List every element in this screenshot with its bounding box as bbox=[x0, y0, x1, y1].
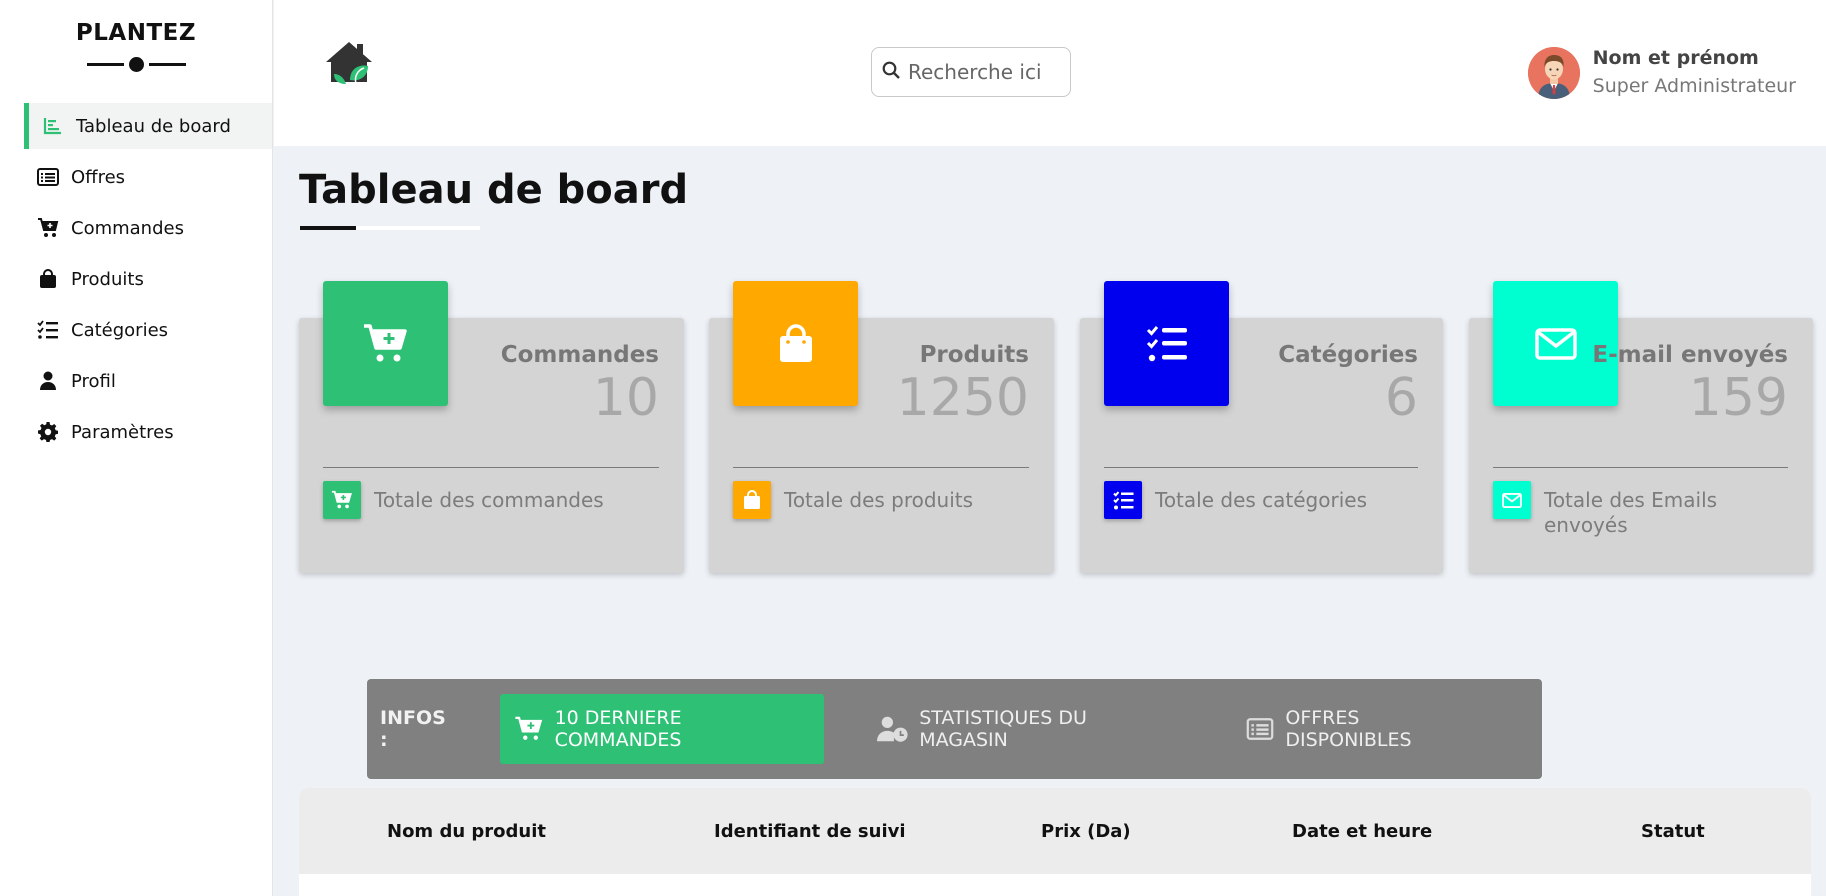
cart-icon bbox=[323, 481, 361, 519]
list-icon bbox=[1244, 715, 1276, 743]
card-footer-text: Totale des produits bbox=[784, 488, 974, 512]
sidebar-item-categories[interactable]: Catégories bbox=[0, 307, 272, 353]
sidebar-item-commandes[interactable]: Commandes bbox=[0, 205, 272, 251]
card-value: 10 bbox=[592, 368, 659, 428]
stat-card-commandes[interactable]: Commandes 10 Totale des commandes bbox=[299, 281, 684, 573]
sidebar-item-label: Offres bbox=[71, 166, 126, 188]
bag-icon bbox=[37, 268, 59, 290]
sidebar-item-label: Produits bbox=[71, 268, 144, 290]
column-header[interactable]: Identifiant de suivi bbox=[714, 788, 906, 874]
card-value: 6 bbox=[1384, 368, 1418, 428]
tab-offres-disponibles[interactable]: OFFRES DISPONIBLES bbox=[1231, 694, 1502, 764]
column-header[interactable]: Prix (Da) bbox=[1041, 788, 1131, 874]
card-value: 159 bbox=[1688, 368, 1788, 428]
user-role: Super Administrateur bbox=[1592, 75, 1796, 97]
tab-dernieres-commandes[interactable]: 10 DERNIERE COMMANDES bbox=[499, 694, 825, 764]
sidebar-item-tableau-de-board[interactable]: Tableau de board bbox=[24, 103, 272, 149]
mail-icon bbox=[1493, 481, 1531, 519]
sidebar-item-offres[interactable]: Offres bbox=[0, 154, 272, 200]
stat-card-emails[interactable]: E-mail envoyés 159 Totale des Emails env… bbox=[1469, 281, 1813, 573]
checklist-icon bbox=[37, 319, 59, 341]
card-footer: Totale des Emails envoyés bbox=[1493, 481, 1734, 538]
cart-icon bbox=[37, 217, 59, 239]
orders-table: Nom du produit Identifiant de suivi Prix… bbox=[299, 788, 1811, 896]
top-header: Nom et prénom Super Administrateur bbox=[274, 0, 1826, 146]
card-footer: Totale des produits bbox=[733, 481, 973, 519]
column-header[interactable]: Statut bbox=[1641, 788, 1705, 874]
card-value: 1250 bbox=[896, 368, 1029, 428]
search-icon bbox=[882, 61, 900, 83]
gear-icon bbox=[37, 421, 59, 443]
card-divider bbox=[1493, 467, 1788, 468]
tab-label: STATISTIQUES DU MAGASIN bbox=[919, 707, 1087, 751]
search-input[interactable] bbox=[908, 60, 1058, 84]
infos-tab-bar: INFOS : 10 DERNIERE COMMANDES STATISTIQU… bbox=[367, 679, 1542, 779]
sidebar-item-profil[interactable]: Profil bbox=[0, 358, 272, 404]
card-divider bbox=[1104, 467, 1418, 468]
cart-icon bbox=[513, 715, 545, 743]
brand-name: PLANTEZ bbox=[75, 20, 197, 46]
checklist-icon bbox=[1104, 481, 1142, 519]
card-divider bbox=[323, 467, 659, 468]
user-icon bbox=[37, 370, 59, 392]
card-footer-text: Totale des commandes bbox=[374, 488, 604, 512]
stat-card-produits[interactable]: Produits 1250 Totale des produits bbox=[709, 281, 1054, 573]
checklist-icon bbox=[1104, 281, 1229, 406]
card-label: E-mail envoyés bbox=[1592, 342, 1788, 368]
tab-statistiques-magasin[interactable]: STATISTIQUES DU MAGASIN bbox=[864, 694, 1191, 764]
card-label: Produits bbox=[919, 342, 1029, 368]
card-footer: Totale des catégories bbox=[1104, 481, 1367, 519]
sidebar-item-label: Paramètres bbox=[71, 421, 174, 443]
stat-card-categories[interactable]: Catégories 6 Totale des catégories bbox=[1080, 281, 1443, 573]
card-divider bbox=[733, 467, 1029, 468]
brand: PLANTEZ bbox=[0, 0, 272, 72]
card-label: Commandes bbox=[500, 342, 659, 368]
sidebar-item-produits[interactable]: Produits bbox=[0, 256, 272, 302]
card-footer-text: Totale des Emails envoyés bbox=[1544, 488, 1718, 537]
cart-icon bbox=[323, 281, 448, 406]
column-header[interactable]: Nom du produit bbox=[387, 788, 546, 874]
sidebar: PLANTEZ Tableau de board Offres Commande… bbox=[0, 0, 273, 896]
sidebar-nav: Tableau de board Offres Commandes Produi… bbox=[0, 103, 272, 455]
page-title: Tableau de board bbox=[299, 167, 689, 213]
title-underline bbox=[300, 226, 480, 230]
table-header: Nom du produit Identifiant de suivi Prix… bbox=[299, 788, 1811, 874]
column-header[interactable]: Date et heure bbox=[1292, 788, 1432, 874]
bag-icon bbox=[733, 481, 771, 519]
user-profile[interactable]: Nom et prénom Super Administrateur bbox=[1527, 44, 1796, 100]
avatar[interactable] bbox=[1527, 47, 1580, 99]
sidebar-item-label: Commandes bbox=[71, 217, 184, 239]
infos-label: INFOS : bbox=[380, 707, 446, 751]
user-name: Nom et prénom bbox=[1592, 47, 1759, 69]
tab-label: OFFRES DISPONIBLES bbox=[1285, 707, 1412, 751]
table-body bbox=[299, 874, 1811, 896]
card-footer: Totale des commandes bbox=[323, 481, 604, 519]
card-label: Catégories bbox=[1278, 342, 1418, 368]
user-clock-icon bbox=[877, 715, 909, 743]
sidebar-item-label: Catégories bbox=[71, 319, 169, 341]
sidebar-item-parametres[interactable]: Paramètres bbox=[0, 409, 272, 455]
bag-icon bbox=[733, 281, 858, 406]
sidebar-item-label: Tableau de board bbox=[76, 115, 231, 137]
card-footer-text: Totale des catégories bbox=[1155, 488, 1367, 512]
tab-label: 10 DERNIERE COMMANDES bbox=[554, 707, 682, 751]
home-logo-icon[interactable] bbox=[324, 38, 374, 88]
chart-icon bbox=[42, 115, 64, 137]
search-box[interactable] bbox=[871, 47, 1071, 97]
list-icon bbox=[37, 166, 59, 188]
brand-mark bbox=[0, 56, 272, 72]
sidebar-item-label: Profil bbox=[71, 370, 116, 392]
